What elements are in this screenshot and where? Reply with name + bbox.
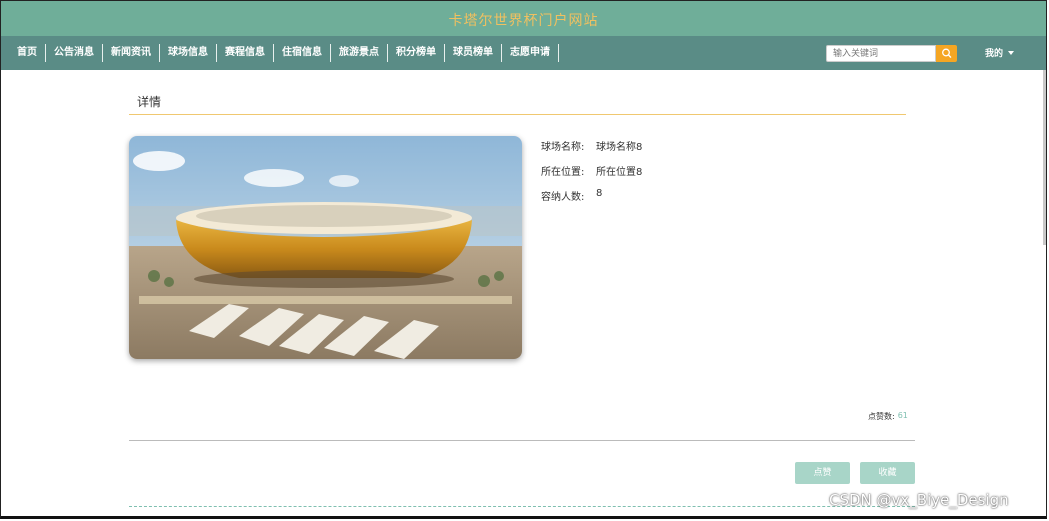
likes-label: 点赞数: (868, 412, 895, 421)
info-row-name: 球场名称: 球场名称8 (541, 138, 642, 163)
search-input[interactable] (826, 45, 936, 62)
title-underline (129, 114, 906, 115)
user-menu[interactable]: 我的 (985, 46, 1015, 59)
nav-item-stadiums[interactable]: 球场信息 (160, 44, 217, 62)
dashed-divider (129, 506, 915, 507)
search-button[interactable] (936, 45, 957, 62)
stadium-info: 球场名称: 球场名称8 所在位置: 所在位置8 容纳人数: 8 (541, 138, 642, 213)
search-icon (942, 48, 952, 58)
nav-item-standings[interactable]: 积分榜单 (388, 44, 445, 62)
info-value: 所在位置8 (596, 167, 643, 178)
info-label: 球场名称: (541, 142, 585, 153)
nav-item-volunteer[interactable]: 志愿申请 (502, 44, 559, 62)
info-row-capacity: 容纳人数: 8 (541, 188, 642, 213)
likes-counter: 点赞数: 61 (868, 411, 908, 422)
watermark: CSDN @vx_Biye_Design (829, 491, 1009, 509)
info-label: 所在位置: (541, 167, 585, 178)
chevron-down-icon (1008, 50, 1015, 55)
info-value: 球场名称8 (596, 142, 643, 153)
divider (129, 440, 915, 441)
nav-item-home[interactable]: 首页 (9, 44, 46, 62)
like-button[interactable]: 点赞 (795, 462, 850, 484)
nav-item-notices[interactable]: 公告消息 (46, 44, 103, 62)
nav-item-schedule[interactable]: 赛程信息 (217, 44, 274, 62)
nav-item-lodging[interactable]: 住宿信息 (274, 44, 331, 62)
stadium-photo (129, 136, 522, 359)
nav-item-news[interactable]: 新闻资讯 (103, 44, 160, 62)
info-value: 8 (596, 188, 603, 199)
main-nav: 首页 公告消息 新闻资讯 球场信息 赛程信息 住宿信息 旅游景点 积分榜单 球员… (1, 36, 1046, 70)
nav-item-attractions[interactable]: 旅游景点 (331, 44, 388, 62)
info-label: 容纳人数: (541, 192, 585, 203)
favorite-button[interactable]: 收藏 (860, 462, 915, 484)
search-box (826, 45, 957, 62)
scrollbar[interactable] (1043, 70, 1046, 245)
section-title: 详情 (137, 95, 162, 109)
nav-item-player-rankings[interactable]: 球员榜单 (445, 44, 502, 62)
info-row-location: 所在位置: 所在位置8 (541, 163, 642, 188)
user-menu-label: 我的 (985, 49, 1004, 59)
site-header: 卡塔尔世界杯门户网站 (1, 1, 1046, 36)
nav-menu: 首页 公告消息 新闻资讯 球场信息 赛程信息 住宿信息 旅游景点 积分榜单 球员… (9, 36, 559, 70)
likes-count: 61 (897, 411, 908, 420)
site-title: 卡塔尔世界杯门户网站 (448, 13, 599, 29)
